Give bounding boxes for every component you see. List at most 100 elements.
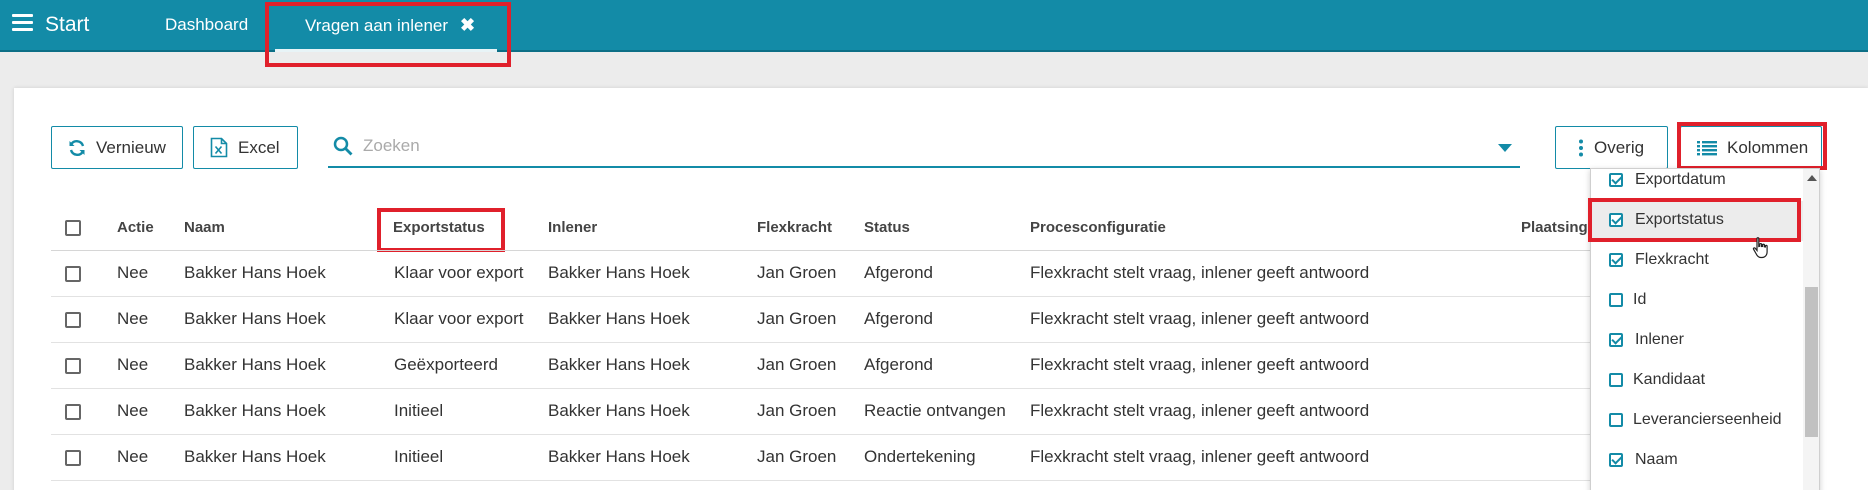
column-option-inlener[interactable]: Inlener: [1591, 321, 1803, 361]
cell-inlener: Bakker Hans Hoek: [548, 309, 690, 328]
checkbox-checked[interactable]: [1609, 333, 1623, 347]
excel-label: Excel: [238, 137, 280, 157]
active-tab-indicator: [275, 49, 497, 52]
checkbox-checked[interactable]: [1609, 213, 1623, 227]
column-header-flexkracht[interactable]: Flexkracht: [757, 219, 832, 236]
cell-actie: Nee: [117, 401, 149, 420]
table-row[interactable]: Nee Bakker Hans Hoek Klaar voor export B…: [51, 251, 1611, 297]
columns-dropdown-menu: Exportdatum Exportstatus Flexkracht Id I…: [1590, 168, 1820, 490]
checkbox-checked[interactable]: [1609, 253, 1623, 267]
table-row[interactable]: Nee Bakker Hans Hoek Geëxporteerd Bakker…: [51, 343, 1611, 389]
cell-exportstatus: Initieel: [394, 447, 444, 466]
row-checkbox[interactable]: [65, 404, 81, 420]
cell-status: Afgerond: [864, 263, 933, 282]
hand-pointer-cursor-icon: [1752, 236, 1770, 265]
cell-actie: Nee: [117, 355, 149, 374]
top-navigation-bar: Start Dashboard Vragen aan inlener ✖: [0, 0, 1868, 52]
tab-dashboard[interactable]: Dashboard: [165, 0, 248, 52]
cell-procesconfiguratie: Flexkracht stelt vraag, inlener geeft an…: [1030, 309, 1370, 328]
cell-naam: Bakker Hans Hoek: [184, 309, 326, 328]
column-header-exportstatus[interactable]: Exportstatus: [393, 219, 485, 236]
cell-naam: Bakker Hans Hoek: [184, 355, 326, 374]
scroll-up-arrow-icon[interactable]: [1807, 175, 1817, 181]
hamburger-menu-icon[interactable]: [12, 14, 34, 34]
column-option-exportstatus[interactable]: Exportstatus: [1591, 201, 1803, 241]
cell-procesconfiguratie: Flexkracht stelt vraag, inlener geeft an…: [1030, 401, 1370, 420]
cell-exportstatus: Klaar voor export: [394, 309, 524, 328]
cell-status: Reactie ontvangen: [864, 401, 1006, 420]
cell-status: Ondertekening: [864, 447, 976, 466]
row-checkbox[interactable]: [65, 312, 81, 328]
table-row[interactable]: Nee Bakker Hans Hoek Initieel Bakker Han…: [51, 389, 1611, 435]
cell-naam: Bakker Hans Hoek: [184, 401, 326, 420]
cell-flexkracht: Jan Groen: [757, 263, 837, 282]
column-option-exportdatum[interactable]: Exportdatum: [1591, 169, 1803, 201]
row-checkbox[interactable]: [65, 450, 81, 466]
column-header-plaatsing[interactable]: Plaatsing: [1521, 219, 1588, 236]
refresh-icon: [68, 139, 86, 157]
search-input[interactable]: [363, 136, 1463, 156]
cell-procesconfiguratie: Flexkracht stelt vraag, inlener geeft an…: [1030, 355, 1370, 374]
columns-label: Kolommen: [1727, 137, 1809, 157]
app-title[interactable]: Start: [45, 13, 89, 37]
option-label: Kandidaat: [1633, 371, 1706, 388]
option-label: Exportdatum: [1635, 171, 1726, 188]
column-header-actie[interactable]: Actie: [117, 219, 154, 236]
option-label: Naam: [1635, 451, 1678, 468]
excel-export-button[interactable]: Excel: [193, 126, 298, 169]
cell-actie: Nee: [117, 447, 149, 466]
column-option-naam[interactable]: Naam: [1591, 441, 1803, 481]
cell-flexkracht: Jan Groen: [757, 309, 837, 328]
column-header-naam[interactable]: Naam: [184, 219, 225, 236]
other-options-label: Overig: [1594, 137, 1645, 157]
other-options-button[interactable]: Overig: [1555, 126, 1668, 169]
column-option-id[interactable]: Id: [1591, 281, 1803, 321]
checkbox-unchecked[interactable]: [1609, 293, 1623, 307]
cell-naam: Bakker Hans Hoek: [184, 263, 326, 282]
scrollbar-thumb[interactable]: [1805, 287, 1818, 437]
select-all-checkbox[interactable]: [65, 220, 81, 236]
cell-flexkracht: Jan Groen: [757, 447, 837, 466]
cell-inlener: Bakker Hans Hoek: [548, 447, 690, 466]
cell-exportstatus: Geëxporteerd: [394, 355, 498, 374]
dropdown-scrollbar[interactable]: [1803, 169, 1819, 490]
column-option-leverancierseenheid[interactable]: Leverancierseenheid: [1591, 401, 1803, 441]
table-row[interactable]: Nee Bakker Hans Hoek Klaar voor export B…: [51, 297, 1611, 343]
row-checkbox[interactable]: [65, 358, 81, 374]
columns-button[interactable]: Kolommen: [1680, 126, 1822, 169]
search-icon: [333, 136, 353, 156]
option-label: Exportstatus: [1635, 211, 1724, 228]
option-label: Leverancierseenheid: [1633, 411, 1782, 428]
cell-flexkracht: Jan Groen: [757, 355, 837, 374]
cell-procesconfiguratie: Flexkracht stelt vraag, inlener geeft an…: [1030, 447, 1370, 466]
checkbox-unchecked[interactable]: [1609, 413, 1623, 427]
cell-flexkracht: Jan Groen: [757, 401, 837, 420]
checkbox-unchecked[interactable]: [1609, 373, 1623, 387]
column-option-flexkracht[interactable]: Flexkracht: [1591, 241, 1803, 281]
cell-status: Afgerond: [864, 355, 933, 374]
column-option-kandidaat[interactable]: Kandidaat: [1591, 361, 1803, 401]
checkbox-checked[interactable]: [1609, 453, 1623, 467]
checkbox-checked[interactable]: [1609, 173, 1623, 187]
list-icon: [1697, 140, 1717, 156]
cell-procesconfiguratie: Flexkracht stelt vraag, inlener geeft an…: [1030, 263, 1370, 282]
tab-vragen-aan-inlener[interactable]: Vragen aan inlener ✖: [275, 0, 497, 52]
cell-naam: Bakker Hans Hoek: [184, 447, 326, 466]
cell-inlener: Bakker Hans Hoek: [548, 401, 690, 420]
column-header-procesconfiguratie[interactable]: Procesconfiguratie: [1030, 219, 1166, 236]
refresh-button[interactable]: Vernieuw: [51, 126, 183, 169]
excel-file-icon: [210, 137, 228, 158]
option-label: Flexkracht: [1635, 251, 1709, 268]
option-label: Id: [1633, 291, 1647, 308]
cell-actie: Nee: [117, 309, 149, 328]
cell-status: Afgerond: [864, 309, 933, 328]
search-bar: [328, 126, 1520, 168]
close-tab-icon[interactable]: ✖: [460, 0, 475, 50]
column-header-inlener[interactable]: Inlener: [548, 219, 597, 236]
row-checkbox[interactable]: [65, 266, 81, 282]
table-row[interactable]: Nee Bakker Hans Hoek Initieel Bakker Han…: [51, 435, 1611, 481]
cell-inlener: Bakker Hans Hoek: [548, 263, 690, 282]
search-dropdown-icon[interactable]: [1498, 144, 1512, 152]
cell-inlener: Bakker Hans Hoek: [548, 355, 690, 374]
column-header-status[interactable]: Status: [864, 219, 910, 236]
